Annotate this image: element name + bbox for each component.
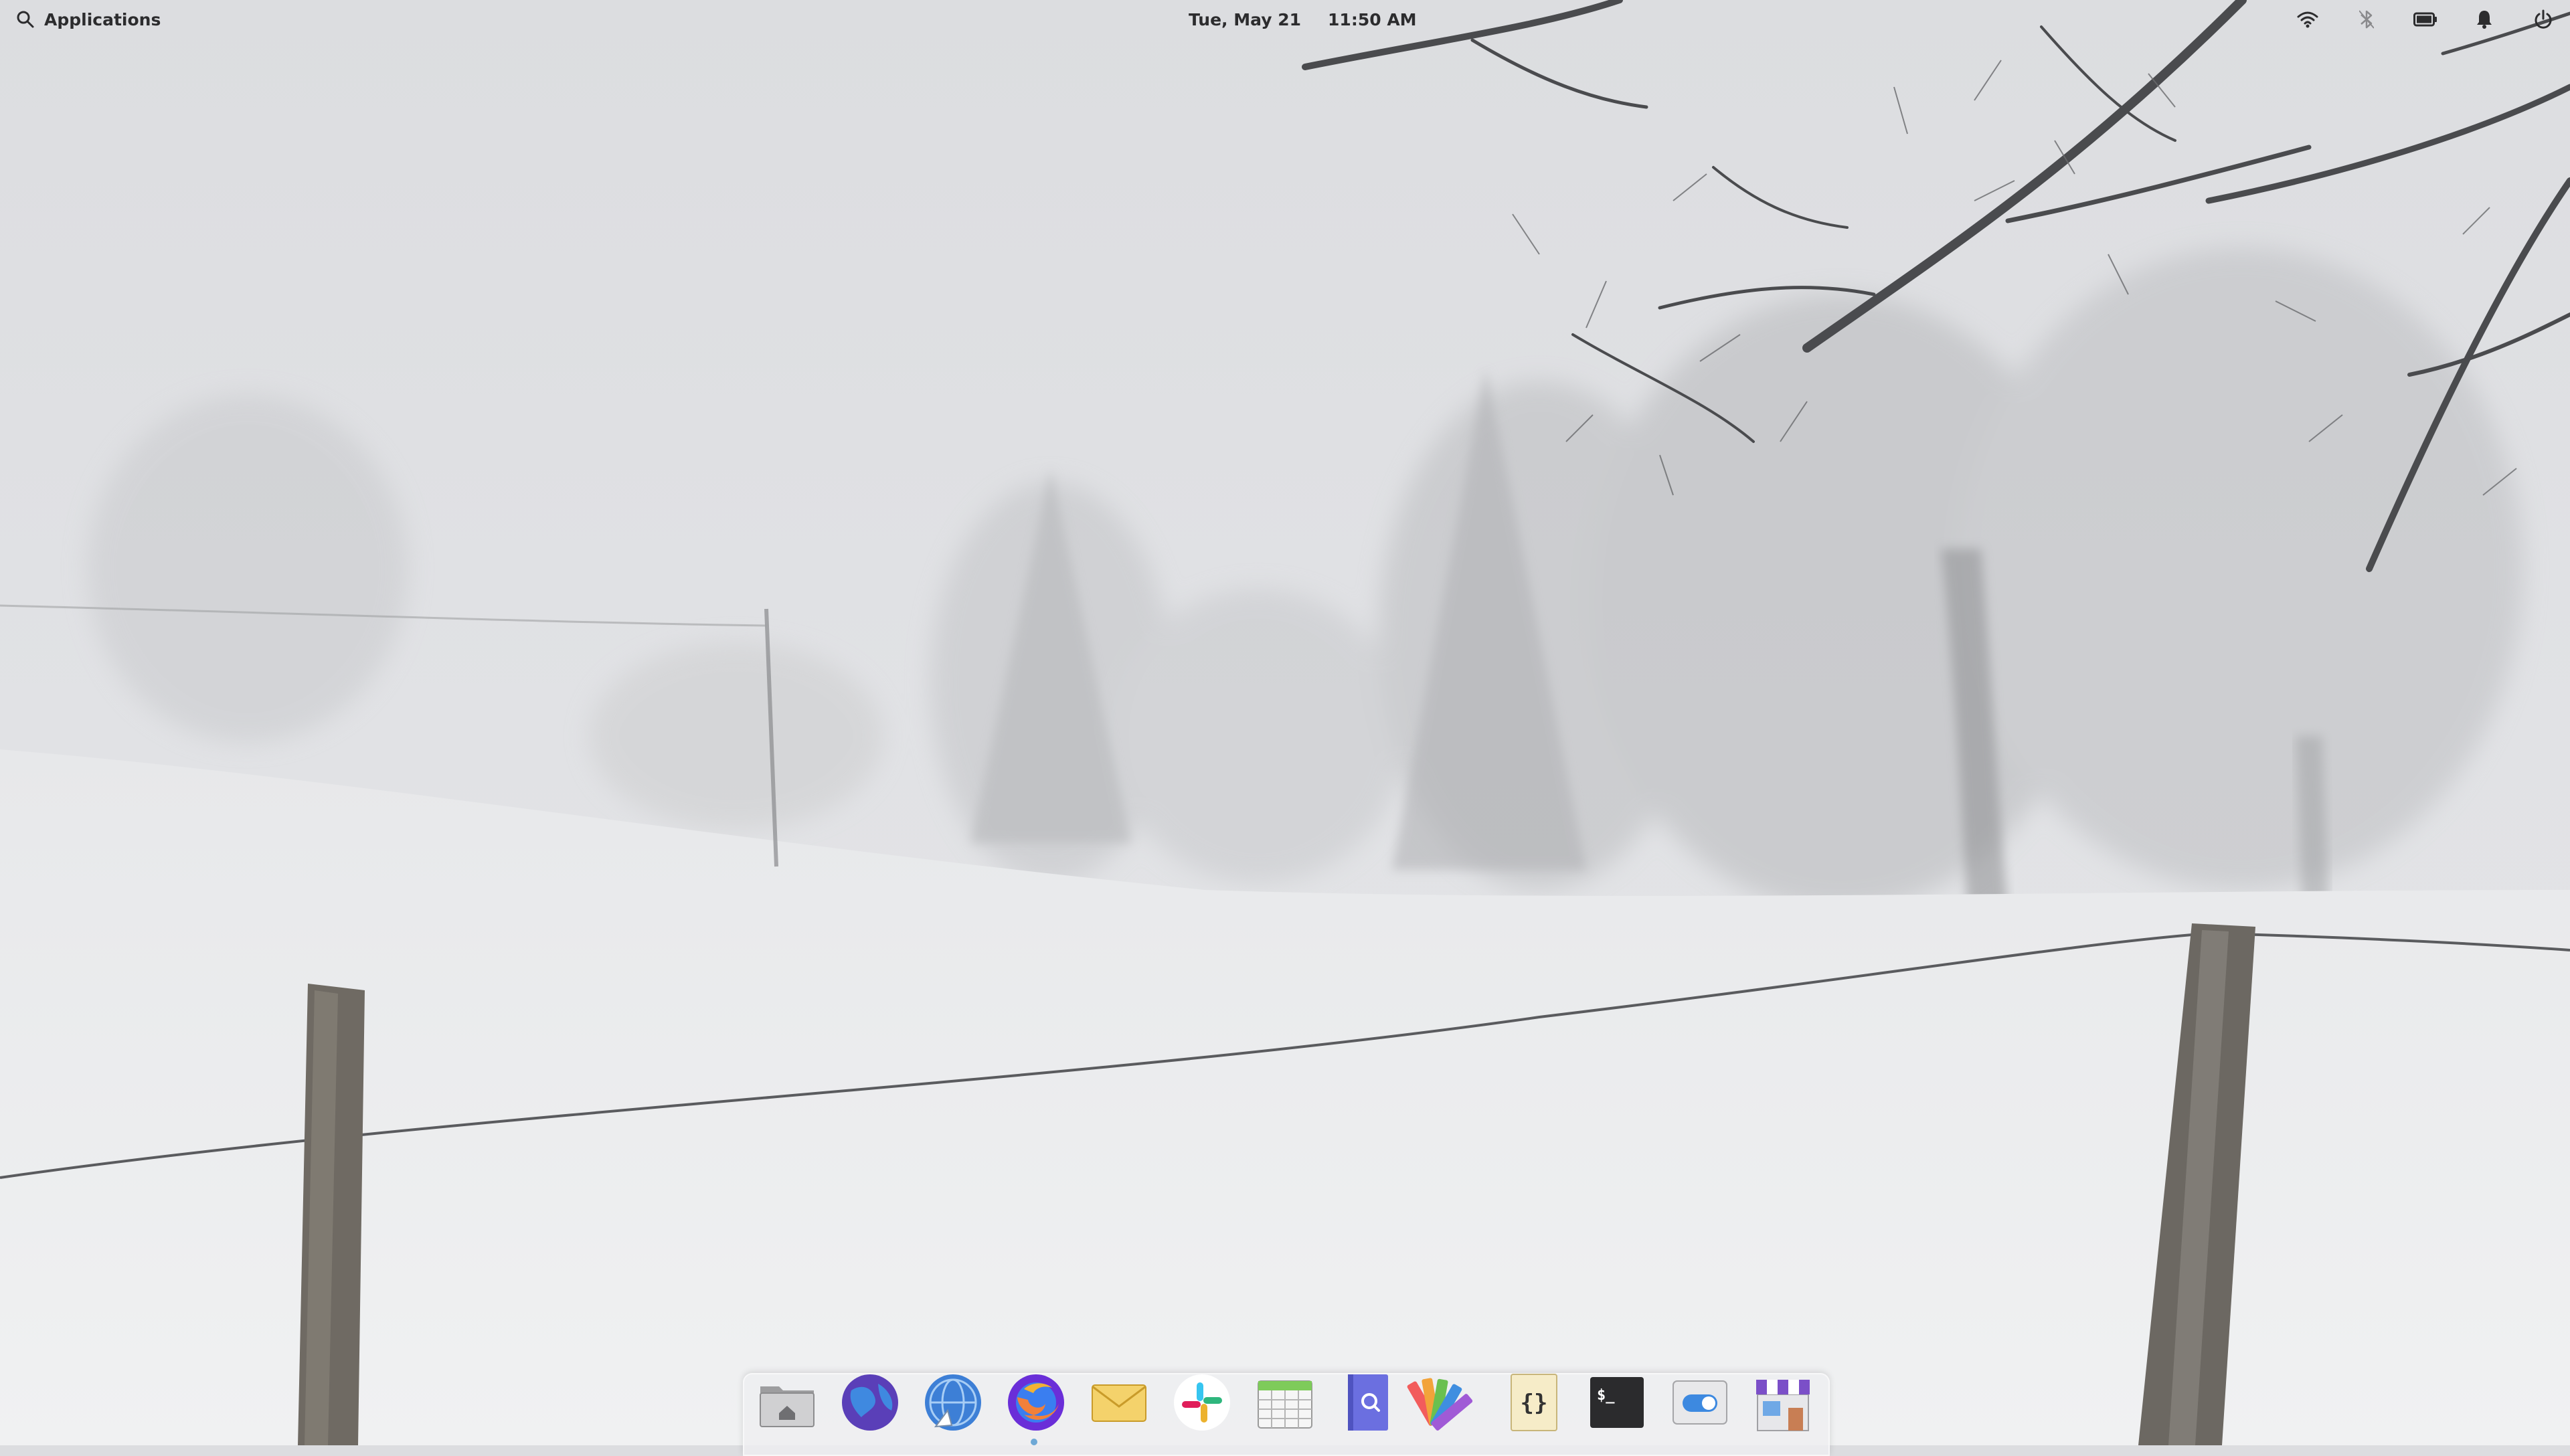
dock-item-calendar[interactable]	[1252, 1369, 1318, 1436]
date-time-indicator[interactable]: Tue, May 21 11:50 AM	[1189, 0, 1417, 39]
bluetooth-indicator[interactable]	[2354, 7, 2379, 31]
power-indicator[interactable]	[2531, 7, 2555, 31]
dock-item-search[interactable]	[1335, 1369, 1401, 1436]
dock-item-terminal[interactable]: $_	[1583, 1369, 1650, 1436]
dock-item-slack[interactable]	[1169, 1369, 1235, 1436]
curly-braces-icon: {}	[1511, 1374, 1557, 1431]
toggle-switch-icon	[1673, 1380, 1727, 1425]
system-indicators	[2296, 0, 2555, 39]
bluetooth-icon	[2359, 10, 2374, 29]
color-palette-icon	[1407, 1378, 1473, 1431]
time-label: 11:50 AM	[1328, 9, 1417, 29]
magnifier-book-icon	[1348, 1374, 1388, 1431]
terminal-icon: $_	[1590, 1377, 1644, 1428]
envelope-icon	[1092, 1384, 1146, 1422]
svg-text:{}: {}	[1521, 1390, 1548, 1417]
dock-item-files[interactable]	[754, 1369, 821, 1436]
firefox-icon	[1008, 1374, 1064, 1431]
dock-item-mail[interactable]	[1086, 1369, 1152, 1436]
folder-home-icon	[760, 1386, 815, 1427]
notifications-indicator[interactable]	[2472, 7, 2496, 31]
store-icon	[1756, 1380, 1810, 1431]
wifi-indicator[interactable]	[2296, 7, 2320, 31]
slack-icon	[1174, 1374, 1230, 1431]
globe-icon	[842, 1374, 898, 1431]
power-icon	[2535, 9, 2552, 29]
svg-text:$_: $_	[1597, 1387, 1615, 1404]
desktop-wallpaper	[0, 0, 2570, 1445]
calendar-icon	[1258, 1380, 1312, 1429]
firefox-running-indicator	[1031, 1439, 1037, 1445]
battery-indicator[interactable]	[2413, 7, 2437, 31]
notifications-bell-icon	[2477, 11, 2492, 29]
dock-item-epiphany-browser[interactable]	[920, 1369, 987, 1436]
battery-icon	[2413, 12, 2437, 27]
wifi-icon	[2297, 11, 2318, 28]
top-panel: Applications Tue, May 21 11:50 AM	[0, 0, 2570, 39]
dock-item-system-settings[interactable]	[1666, 1369, 1733, 1436]
dock-item-firefox[interactable]	[1003, 1369, 1069, 1436]
applications-menu-button[interactable]: Applications	[16, 0, 161, 39]
search-icon	[17, 11, 34, 28]
applications-label: Applications	[44, 9, 161, 29]
date-label: Tue, May 21	[1189, 9, 1302, 29]
dock-item-web-browser[interactable]	[837, 1369, 904, 1436]
dock-item-appcenter[interactable]	[1749, 1369, 1816, 1436]
dock-item-palette[interactable]	[1407, 1369, 1484, 1436]
dock-item-code[interactable]: {}	[1501, 1369, 1567, 1436]
compass-globe-icon	[925, 1374, 981, 1431]
